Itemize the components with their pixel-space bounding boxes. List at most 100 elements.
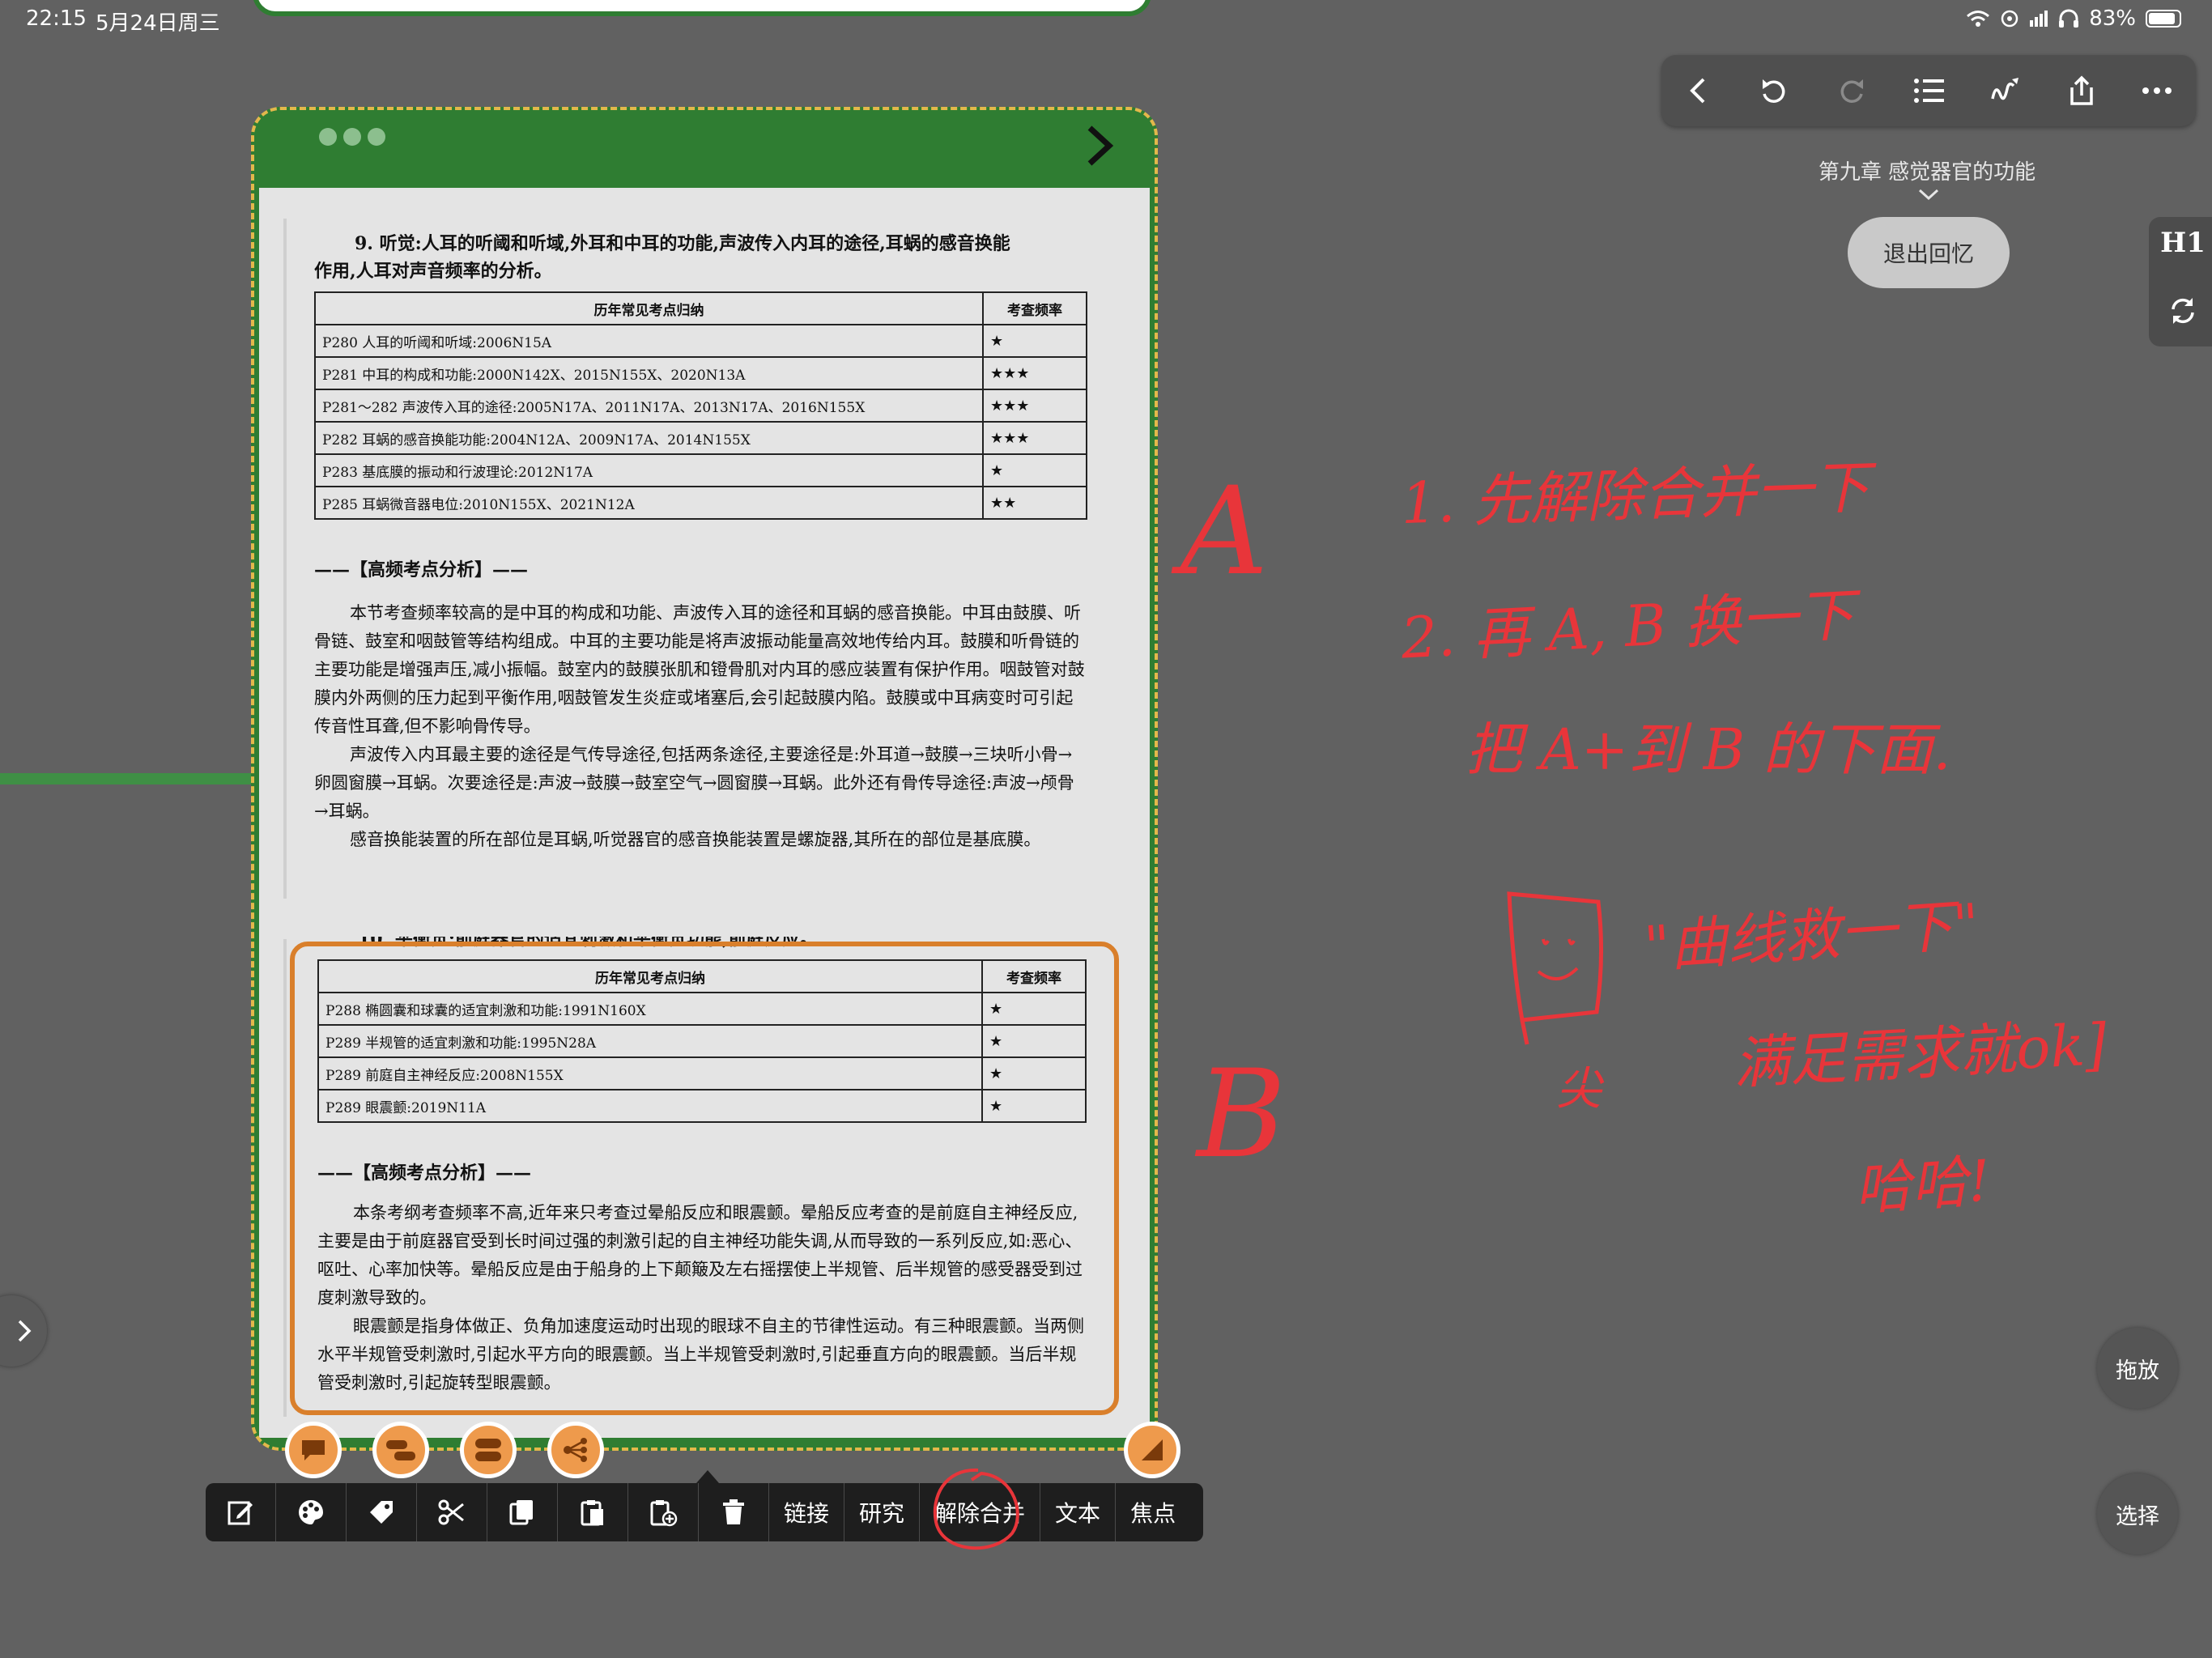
paste-button[interactable] [558, 1483, 628, 1541]
pen-icon[interactable] [1989, 74, 2022, 107]
connector-line [0, 773, 251, 784]
table-cell: P283 基底膜的振动和行波理论:2012N17A [314, 453, 984, 487]
refresh-icon[interactable] [2167, 295, 2199, 327]
freq-cell: ★ [982, 453, 1087, 487]
wifi-icon [1967, 11, 1990, 27]
back-icon[interactable] [1684, 74, 1713, 107]
handwriting-note: 满足需求就ok] [1731, 1010, 2108, 1098]
link-button[interactable]: 链接 [769, 1483, 845, 1541]
scissors-icon [438, 1499, 464, 1525]
status-indicators: 83% [1966, 6, 2181, 31]
battery-percent: 83% [2089, 6, 2136, 31]
table-cell: P280 人耳的听阈和听域:2006N15A [314, 324, 984, 358]
table-cell: P282 耳蜗的感音换能功能:2004N12A、2009N17A、2014N15… [314, 421, 984, 455]
branch-icon [564, 1438, 587, 1462]
clipboard-icon [581, 1500, 603, 1526]
analysis-heading: ——【高频考点分析】—— [314, 559, 529, 580]
chevron-right-icon[interactable] [1077, 121, 1125, 170]
page-margin-line [283, 219, 287, 899]
freq-cell: ★★★ [982, 356, 1087, 390]
chevron-right-icon [18, 1320, 32, 1342]
paragraph: 感音换能装置的所在部位是耳蜗,听觉器官的感音换能装置是螺旋器,其所在的部位是基底… [350, 830, 1041, 849]
side-panel: H1 [2149, 217, 2212, 346]
comment-icon [302, 1440, 325, 1460]
table-row: P282 耳蜗的感音换能功能:2004N12A、2009N17A、2014N15… [314, 421, 1087, 455]
section9: 9. 听觉:人耳的听阈和听域,外耳和中耳的功能,声波传入内耳的途径,耳蜗的感音换… [314, 230, 1087, 854]
subtopic-button[interactable] [372, 1422, 429, 1478]
tag-button[interactable] [347, 1483, 417, 1541]
card-dot [368, 128, 385, 146]
toolbar-pointer [696, 1470, 719, 1483]
edit-button[interactable] [206, 1483, 276, 1541]
handwriting-label-a: A [1180, 461, 1269, 602]
sibling-topic-icon [475, 1439, 501, 1461]
section9-title: 9. 听觉:人耳的听阈和听域,外耳和中耳的功能,声波传入内耳的途径,耳蜗的感音换… [355, 233, 1010, 254]
cut-button[interactable] [417, 1483, 487, 1541]
headphones-icon [2059, 9, 2079, 28]
handwriting-note: 1. 先解除合并一下 [1399, 453, 1871, 538]
freq-cell: ★ [982, 324, 1087, 358]
text-button[interactable]: 文本 [1040, 1483, 1117, 1541]
outline-list-icon[interactable] [1912, 76, 1945, 105]
handwriting-note: "曲线救一下" [1642, 891, 1982, 981]
focus-button[interactable]: 焦点 [1116, 1483, 1190, 1541]
status-date: 5月24日周三 [96, 11, 220, 36]
palette-button[interactable] [276, 1483, 347, 1541]
undo-icon[interactable] [1758, 74, 1790, 107]
copy-button[interactable] [487, 1483, 558, 1541]
table-cell: P285 耳蜗微音器电位:2010N155X、2021N12A [314, 486, 984, 520]
select-button[interactable]: 选择 [2097, 1473, 2178, 1554]
freq-cell: ★★★ [982, 389, 1087, 423]
freq-cell: ★★★ [982, 421, 1087, 455]
exam-points-table: 历年常见考点归纳 考查频率 P280 人耳的听阈和听域:2006N15A ★ P2… [314, 291, 1087, 520]
table-cell: P281～282 声波传入耳的途径:2005N17A、2011N17A、2013… [314, 389, 984, 423]
handwriting-note: 2. 再 A, B 换一下 [1399, 581, 1857, 672]
handwriting-note: 哈哈! [1852, 1147, 1993, 1223]
heading-button[interactable]: H1 [2149, 227, 2212, 259]
card-header[interactable] [254, 110, 1155, 188]
subtopic-icon [386, 1440, 415, 1460]
exit-recall-button[interactable]: 退出回忆 [1848, 217, 2010, 288]
table-header-topic: 历年常见考点归纳 [314, 291, 984, 325]
handwriting-label-b: B [1197, 1044, 1287, 1185]
table-cell: P281 中耳的构成和功能:2000N142X、2015N155X、2020N1… [314, 356, 984, 390]
signal-icon [2030, 11, 2048, 27]
more-icon[interactable] [2141, 86, 2173, 96]
battery-icon [2146, 10, 2181, 28]
chapter-title[interactable]: 第九章 感觉器官的功能 [1765, 155, 2089, 185]
comment-button[interactable] [285, 1422, 342, 1478]
card-dot [343, 128, 361, 146]
drag-drop-button[interactable]: 拖放 [2097, 1328, 2178, 1409]
table-row: P285 耳蜗微音器电位:2010N155X、2021N12A ★★ [314, 486, 1087, 520]
selection-box[interactable] [290, 942, 1119, 1415]
palette-icon [299, 1500, 323, 1524]
redo-icon[interactable] [1836, 74, 1868, 107]
context-toolbar: 链接 研究 解除合并 文本 焦点 [206, 1483, 1203, 1541]
handwriting-note: 把 A+到 B 的下面. [1465, 716, 1951, 783]
research-button[interactable]: 研究 [844, 1483, 921, 1541]
status-time: 22:15 [26, 6, 87, 31]
handwritten-circle [933, 1468, 1019, 1550]
paragraph: 本节考查频率较高的是中耳的构成和功能、声波传入耳的途径和耳蜗的感音换能。中耳由鼓… [314, 603, 1085, 736]
copy-icon [509, 1500, 533, 1525]
previous-card[interactable] [253, 0, 1151, 16]
chevron-down-icon[interactable] [1917, 188, 1940, 201]
share-icon[interactable] [2067, 74, 2096, 107]
edit-icon [228, 1501, 253, 1525]
table-row: P280 人耳的听阈和听域:2006N15A ★ [314, 324, 1087, 358]
page-margin-line [283, 939, 287, 1417]
tag-icon [370, 1501, 393, 1524]
freq-cell: ★★ [982, 486, 1087, 520]
table-row: P283 基底膜的振动和行波理论:2012N17A ★ [314, 453, 1087, 487]
sidebar-toggle-button[interactable] [0, 1295, 47, 1367]
navigation-toolbar [1661, 55, 2196, 126]
delete-button[interactable] [699, 1483, 769, 1541]
paste-new-button[interactable] [628, 1483, 699, 1541]
handwritten-face-drawing [1507, 891, 1604, 1045]
resize-corner-icon [1142, 1439, 1163, 1460]
handwriting-mark: 尖 [1556, 1063, 1602, 1116]
sibling-topic-button[interactable] [460, 1422, 517, 1478]
location-icon [2001, 10, 2018, 28]
resize-handle[interactable] [1124, 1422, 1180, 1478]
branch-button[interactable] [547, 1422, 604, 1478]
